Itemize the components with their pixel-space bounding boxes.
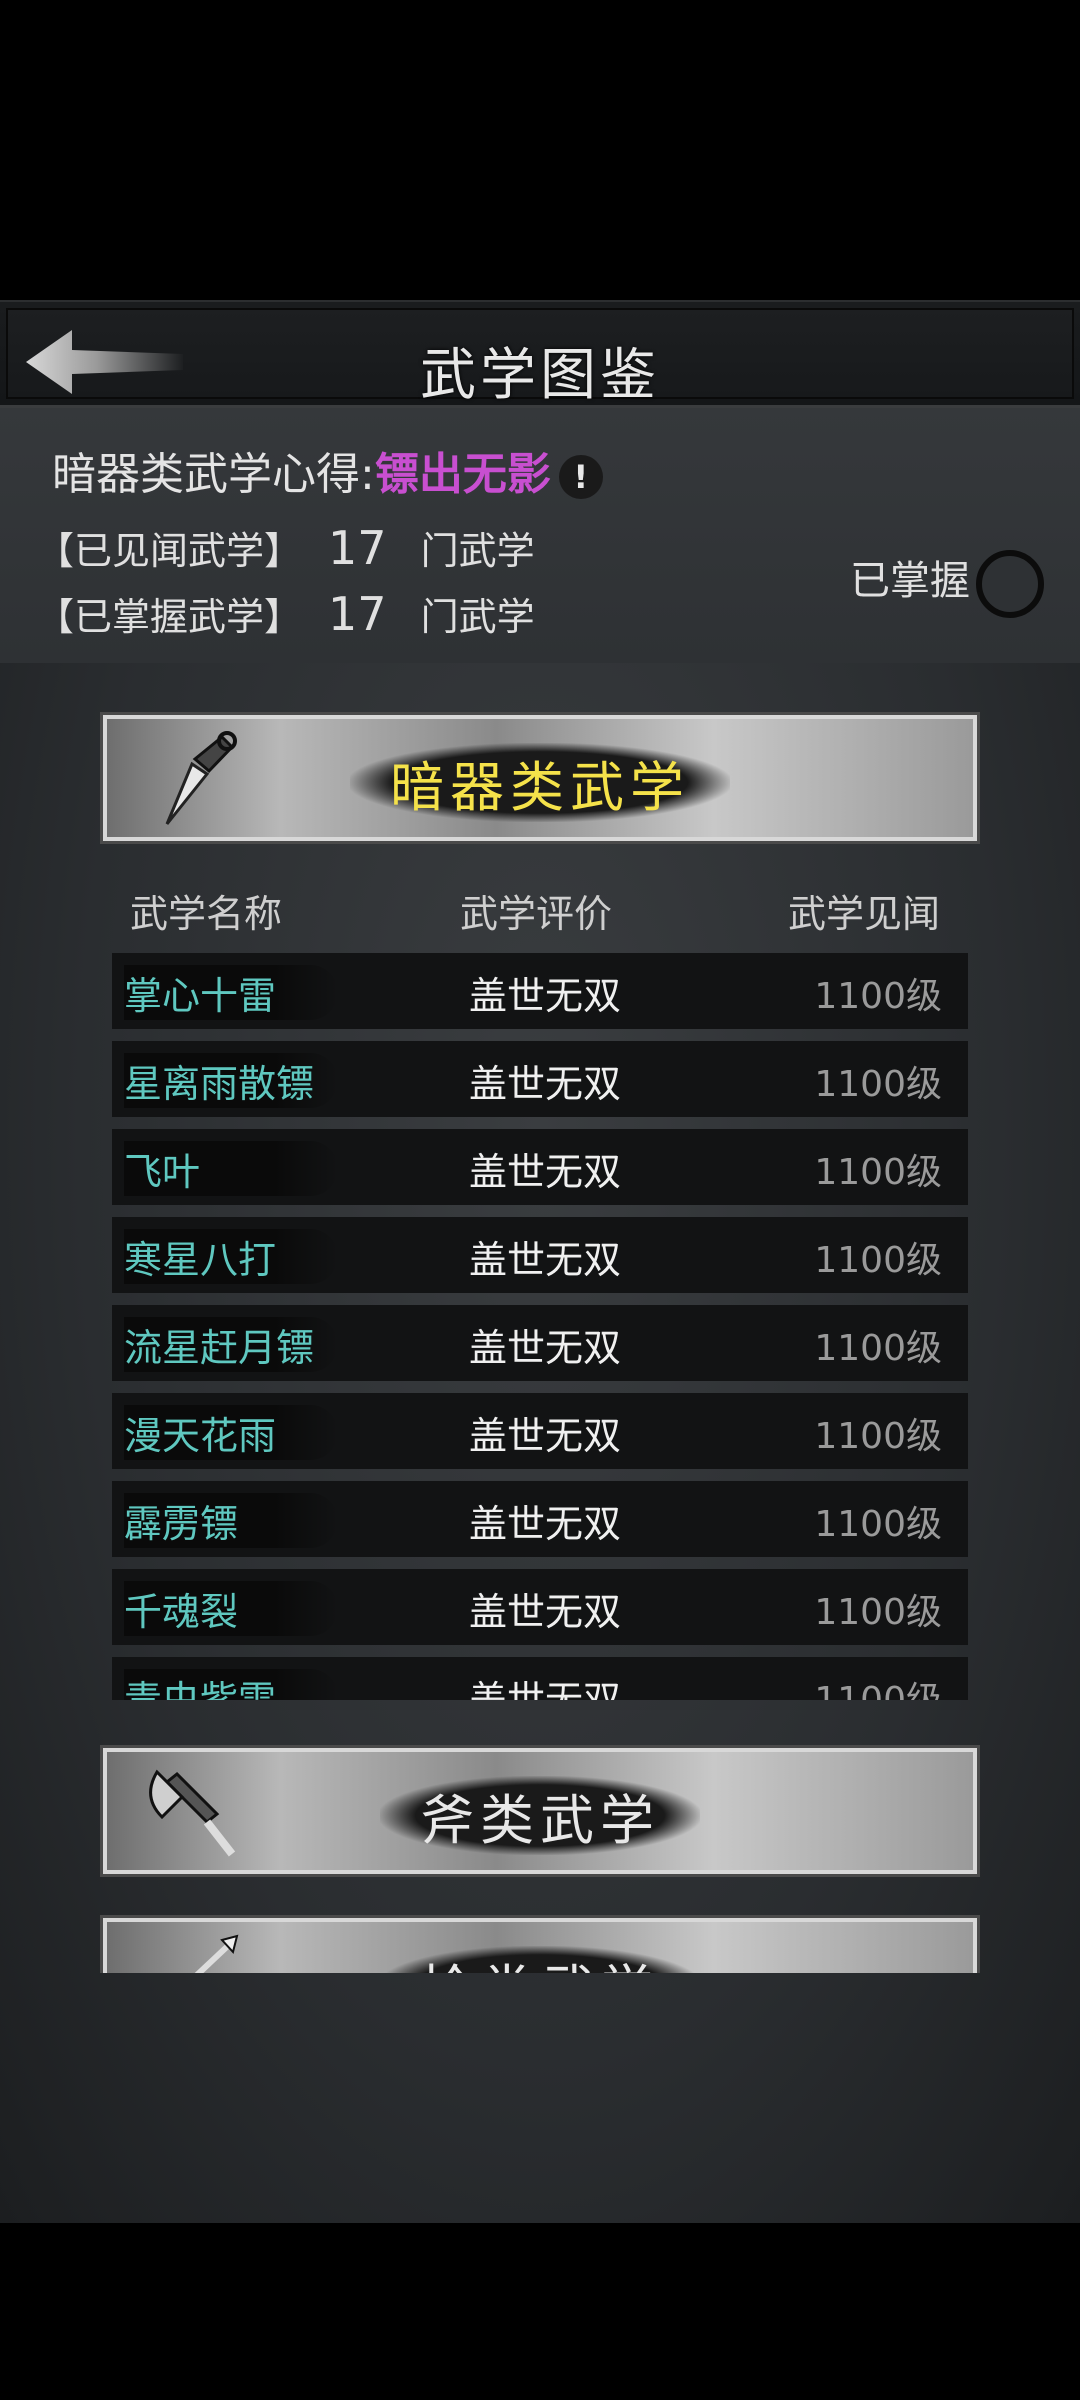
skill-row[interactable]: 千魂裂 盖世无双 1100级 bbox=[112, 1569, 968, 1645]
seen-count-line: 【已见闻武学】 17 门武学 bbox=[36, 520, 535, 575]
skill-level: 1100级 bbox=[814, 1671, 942, 1700]
skill-rating: 盖世无双 bbox=[469, 1062, 622, 1106]
skill-name: 千魂裂 bbox=[124, 1581, 338, 1636]
skill-row[interactable]: 飞叶 盖世无双 1100级 bbox=[112, 1129, 968, 1205]
skill-level: 1100级 bbox=[814, 1152, 942, 1193]
axe-icon bbox=[149, 1769, 236, 1857]
skill-name: 飞叶 bbox=[124, 1141, 338, 1196]
dart-icon bbox=[165, 731, 237, 825]
info-icon[interactable]: ! bbox=[558, 455, 603, 499]
info-panel: 暗器类武学心得:镖出无影! 【已见闻武学】 17 门武学 【已掌握武学】 17 门武学 … bbox=[0, 408, 1080, 663]
skill-row[interactable]: 霹雳镖 盖世无双 1100级 bbox=[112, 1481, 968, 1557]
skill-table: 掌心十雷 盖世无双 1100级 星离雨散镖 盖世无双 1100级 飞叶 盖世无双 1100级 寒星… bbox=[112, 953, 968, 1700]
skill-rating: 盖世无双 bbox=[469, 1414, 622, 1458]
category-banner-axes[interactable]: 斧类武学 bbox=[100, 1745, 980, 1877]
category-label: 斧类武学 bbox=[380, 1776, 700, 1855]
toggle-circle-icon[interactable] bbox=[976, 550, 1044, 618]
skill-name: 星离雨散镖 bbox=[124, 1053, 339, 1108]
skill-level: 1100级 bbox=[814, 1416, 942, 1457]
skill-rating: 盖世无双 bbox=[469, 1502, 622, 1546]
category-label: 暗器类武学 bbox=[350, 743, 730, 822]
skill-row[interactable]: 寒星八打 盖世无双 1100级 bbox=[112, 1217, 968, 1293]
mastered-count: 17 bbox=[328, 587, 387, 641]
skill-level: 1100级 bbox=[814, 1504, 942, 1545]
seen-unit: 门武学 bbox=[420, 529, 535, 573]
skill-list-scroll[interactable]: 暗器类武学 武学名称 武学评价 武学见闻 掌心十雷 盖世无双 1100级 星离雨散镖盖… bbox=[0, 663, 1080, 2223]
banner-clip: 拴类武学 bbox=[100, 1913, 980, 1973]
skill-row[interactable]: 星离雨散镖 盖世无双 1100级 bbox=[112, 1041, 968, 1117]
skill-row[interactable]: 青虫紫雷 盖世无双 1100级 bbox=[112, 1657, 968, 1700]
mastered-unit: 门武学 bbox=[420, 595, 535, 639]
skill-level: 1100级 bbox=[814, 976, 942, 1017]
column-header-rating: 武学评价 bbox=[460, 892, 613, 936]
column-header-level: 武学见闻 bbox=[788, 892, 941, 936]
skill-row[interactable]: 流星赶月镖 盖世无双 1100级 bbox=[112, 1305, 968, 1381]
skill-name: 青虫紫雷 bbox=[124, 1669, 338, 1700]
skill-name: 寒星八打 bbox=[124, 1229, 338, 1284]
skill-name: 流星赶月镖 bbox=[124, 1317, 339, 1372]
mastered-count-line: 【已掌握武学】 17 门武学 bbox=[36, 586, 535, 641]
mastered-filter-label: 已掌握 bbox=[850, 558, 970, 604]
category-banner-hidden-weapons[interactable]: 暗器类武学 bbox=[100, 712, 980, 844]
mastered-filter-toggle[interactable]: 已掌握 bbox=[850, 548, 1044, 618]
page-title: 武学图鉴 bbox=[420, 343, 660, 408]
top-bar-frame: 武学图鉴 bbox=[6, 308, 1074, 408]
category-label: 拴类武学 bbox=[380, 1946, 700, 1973]
seen-count: 17 bbox=[328, 521, 387, 575]
skill-row[interactable]: 漫天花雨 盖世无双 1100级 bbox=[112, 1393, 968, 1469]
spear-icon bbox=[194, 1934, 239, 1973]
skill-name: 漫天花雨 bbox=[124, 1405, 338, 1460]
skill-name: 霹雳镖 bbox=[124, 1493, 338, 1548]
skill-level: 1100级 bbox=[814, 1592, 942, 1633]
category-tip: 暗器类武学心得:镖出无影! bbox=[52, 438, 603, 502]
skill-rating: 盖世无双 bbox=[469, 1590, 622, 1634]
skill-rating: 盖世无双 bbox=[469, 1326, 622, 1370]
skill-level: 1100级 bbox=[814, 1064, 942, 1105]
skill-rating: 盖世无双 bbox=[469, 1678, 622, 1700]
mastered-label: 【已掌握武学】 bbox=[36, 595, 303, 639]
skill-name: 掌心十雷 bbox=[124, 965, 338, 1020]
tip-skill-name[interactable]: 镖出无影 bbox=[375, 449, 551, 500]
category-banner-spears[interactable]: 拴类武学 bbox=[100, 1915, 980, 1973]
top-bar: 武学图鉴 bbox=[0, 300, 1080, 408]
skill-level: 1100级 bbox=[814, 1328, 942, 1369]
seen-label: 【已见闻武学】 bbox=[36, 529, 303, 573]
skill-level: 1100级 bbox=[814, 1240, 942, 1281]
column-header-name: 武学名称 bbox=[130, 892, 283, 936]
skill-rating: 盖世无双 bbox=[469, 1150, 622, 1194]
skill-row[interactable]: 掌心十雷 盖世无双 1100级 bbox=[112, 953, 968, 1029]
skill-rating: 盖世无双 bbox=[469, 1238, 622, 1282]
skill-rating: 盖世无双 bbox=[469, 974, 622, 1018]
tip-prefix: 暗器类武学心得: bbox=[52, 449, 375, 500]
